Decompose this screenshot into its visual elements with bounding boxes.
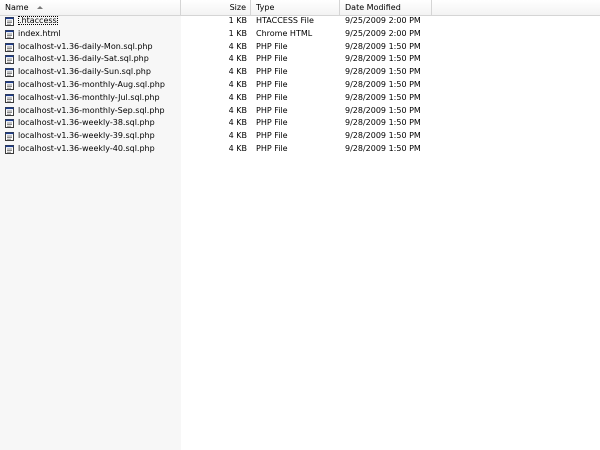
file-type: HTACCESS File — [256, 16, 314, 25]
document-icon — [5, 80, 14, 90]
file-row[interactable]: localhost-v1.36-monthly-Aug.sql.php 4 KB… — [0, 79, 432, 92]
file-name: localhost-v1.36-daily-Sun.sql.php — [18, 67, 151, 77]
file-name: localhost-v1.36-monthly-Aug.sql.php — [18, 79, 165, 89]
file-name-cell[interactable]: localhost-v1.36-weekly-39.sql.php — [18, 130, 180, 143]
file-name-cell[interactable]: index.html — [18, 28, 180, 41]
file-list-view: Name Size Type Date Modified .htaccess 1… — [0, 0, 600, 450]
file-date-modified: 9/25/2009 2:00 PM — [345, 16, 421, 25]
file-date-modified: 9/28/2009 1:50 PM — [345, 118, 421, 128]
file-name: localhost-v1.36-monthly-Jul.sql.php — [18, 92, 160, 102]
file-size: 4 KB — [228, 118, 247, 128]
document-icon — [5, 55, 14, 65]
column-header-size[interactable]: Size — [181, 0, 251, 15]
file-row[interactable]: localhost-v1.36-weekly-40.sql.php 4 KB P… — [0, 143, 432, 156]
file-type: PHP File — [256, 118, 288, 128]
file-size: 4 KB — [228, 67, 247, 77]
file-row[interactable]: localhost-v1.36-weekly-38.sql.php 4 KB P… — [0, 117, 432, 130]
file-type: Chrome HTML — [256, 28, 313, 38]
column-header-type-label: Type — [256, 3, 275, 12]
file-type: PHP File — [256, 143, 288, 153]
file-name-cell[interactable]: localhost-v1.36-daily-Sun.sql.php — [18, 66, 180, 79]
file-date-modified: 9/25/2009 2:00 PM — [345, 28, 421, 38]
file-size: 1 KB — [228, 16, 247, 25]
file-name: .htaccess — [18, 16, 58, 25]
file-name: localhost-v1.36-monthly-Sep.sql.php — [18, 105, 165, 115]
column-header-type[interactable]: Type — [251, 0, 340, 15]
document-icon — [5, 42, 14, 52]
file-size: 1 KB — [228, 28, 247, 38]
column-header-size-label: Size — [229, 3, 246, 12]
file-row[interactable]: localhost-v1.36-daily-Sun.sql.php 4 KB P… — [0, 66, 432, 79]
file-size: 4 KB — [228, 41, 247, 51]
file-type: PHP File — [256, 41, 288, 51]
file-date-modified: 9/28/2009 1:50 PM — [345, 67, 421, 77]
file-name: localhost-v1.36-daily-Mon.sql.php — [18, 41, 153, 51]
column-header-date-label: Date Modified — [345, 3, 401, 12]
document-icon — [5, 106, 14, 116]
file-row[interactable]: localhost-v1.36-weekly-39.sql.php 4 KB P… — [0, 130, 432, 143]
sort-ascending-icon — [37, 6, 43, 9]
file-size: 4 KB — [228, 92, 247, 102]
file-size: 4 KB — [228, 143, 247, 153]
file-name-cell[interactable]: localhost-v1.36-weekly-40.sql.php — [18, 143, 180, 156]
column-header-bar: Name Size Type Date Modified — [0, 0, 600, 16]
file-type: PHP File — [256, 54, 288, 64]
file-type: PHP File — [256, 79, 288, 89]
document-icon — [5, 132, 14, 142]
file-name-cell[interactable]: localhost-v1.36-monthly-Jul.sql.php — [18, 92, 180, 105]
file-row[interactable]: localhost-v1.36-daily-Mon.sql.php 4 KB P… — [0, 41, 432, 54]
document-icon — [5, 119, 14, 129]
file-row[interactable]: localhost-v1.36-daily-Sat.sql.php 4 KB P… — [0, 53, 432, 66]
file-rows: .htaccess 1 KB HTACCESS File 9/25/2009 2… — [0, 15, 600, 156]
file-name: index.html — [18, 28, 61, 38]
file-date-modified: 9/28/2009 1:50 PM — [345, 79, 421, 89]
column-header-name[interactable]: Name — [0, 0, 181, 15]
document-icon — [5, 93, 14, 103]
file-date-modified: 9/28/2009 1:50 PM — [345, 54, 421, 64]
file-name: localhost-v1.36-weekly-39.sql.php — [18, 131, 155, 141]
file-type: PHP File — [256, 67, 288, 77]
file-date-modified: 9/28/2009 1:50 PM — [345, 143, 421, 153]
file-size: 4 KB — [228, 131, 247, 141]
html-document-icon — [5, 29, 14, 39]
document-icon — [5, 68, 14, 78]
file-name-cell[interactable]: localhost-v1.36-daily-Mon.sql.php — [18, 41, 180, 54]
file-date-modified: 9/28/2009 1:50 PM — [345, 41, 421, 51]
file-size: 4 KB — [228, 105, 247, 115]
file-name-cell[interactable]: localhost-v1.36-monthly-Aug.sql.php — [18, 79, 180, 92]
file-name: localhost-v1.36-weekly-38.sql.php — [18, 118, 155, 128]
file-name-cell[interactable]: .htaccess — [18, 15, 180, 28]
column-header-date-modified[interactable]: Date Modified — [340, 0, 432, 15]
column-header-name-label: Name — [5, 3, 29, 12]
file-size: 4 KB — [228, 54, 247, 64]
file-name: localhost-v1.36-daily-Sat.sql.php — [18, 54, 149, 64]
file-name-cell[interactable]: localhost-v1.36-monthly-Sep.sql.php — [18, 105, 180, 118]
file-name-cell[interactable]: localhost-v1.36-weekly-38.sql.php — [18, 117, 180, 130]
file-row[interactable]: localhost-v1.36-monthly-Jul.sql.php 4 KB… — [0, 92, 432, 105]
file-name: localhost-v1.36-weekly-40.sql.php — [18, 143, 155, 153]
file-row[interactable]: .htaccess 1 KB HTACCESS File 9/25/2009 2… — [0, 15, 432, 28]
document-icon — [5, 17, 14, 26]
file-date-modified: 9/28/2009 1:50 PM — [345, 105, 421, 115]
file-date-modified: 9/28/2009 1:50 PM — [345, 131, 421, 141]
document-icon — [5, 144, 14, 154]
file-type: PHP File — [256, 105, 288, 115]
file-size: 4 KB — [228, 79, 247, 89]
file-date-modified: 9/28/2009 1:50 PM — [345, 92, 421, 102]
file-row[interactable]: localhost-v1.36-monthly-Sep.sql.php 4 KB… — [0, 105, 432, 118]
file-type: PHP File — [256, 131, 288, 141]
file-name-cell[interactable]: localhost-v1.36-daily-Sat.sql.php — [18, 53, 180, 66]
file-type: PHP File — [256, 92, 288, 102]
file-row[interactable]: index.html 1 KB Chrome HTML 9/25/2009 2:… — [0, 28, 432, 41]
